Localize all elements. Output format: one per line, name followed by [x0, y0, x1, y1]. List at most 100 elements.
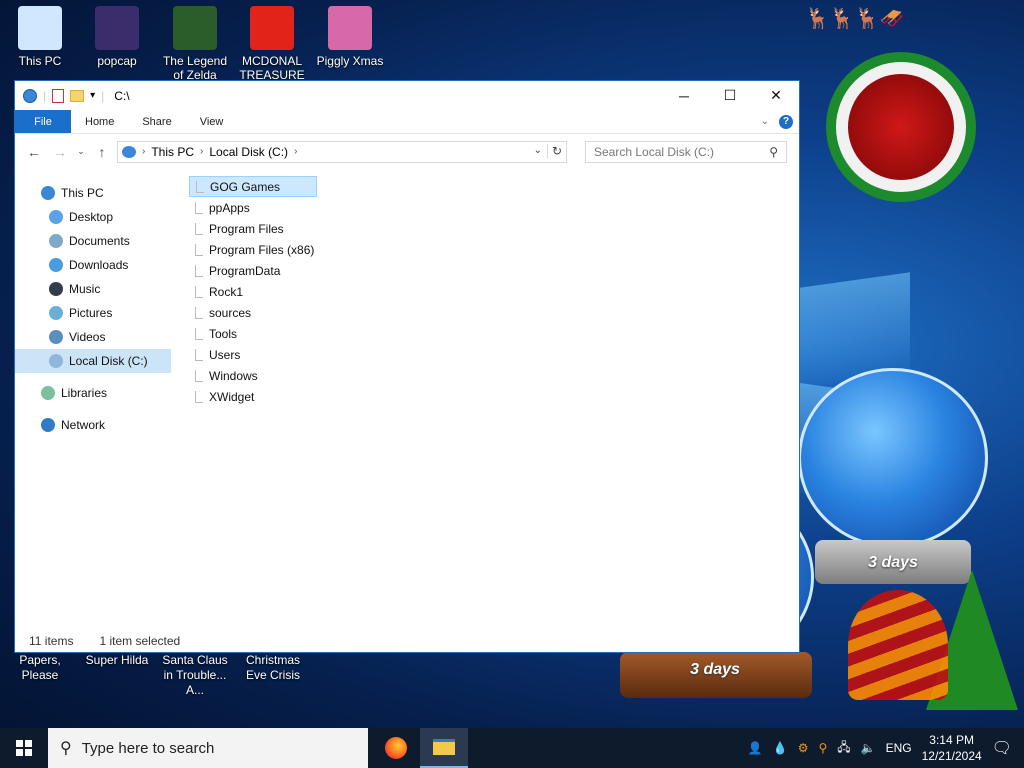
file-name: Rock1	[209, 284, 244, 299]
forward-button[interactable]: →	[49, 141, 71, 163]
people-icon[interactable]: 👤	[748, 741, 763, 755]
desktop-icon[interactable]: popcap	[79, 6, 155, 82]
tab-home[interactable]: Home	[71, 110, 128, 133]
language-indicator[interactable]: ENG	[886, 741, 912, 755]
water-drop-icon[interactable]: 💧	[773, 741, 788, 755]
navigation-pane: This PC Desktop Documents Downloads Music Pic…	[15, 181, 175, 621]
chevron-right-icon[interactable]: ›	[294, 146, 297, 157]
taskbar-search-placeholder: Type here to search	[81, 739, 215, 757]
file-item[interactable]: XWidget	[189, 386, 317, 407]
file-explorer-window: | ▾ | C:\ ─ ☐ ✕ File Home Share View ⌄ ?…	[14, 80, 800, 653]
nav-item-label: Local Disk (C:)	[69, 354, 148, 368]
file-item[interactable]: ProgramData	[189, 260, 317, 281]
up-button[interactable]: ↑	[91, 141, 113, 163]
file-item[interactable]: Program Files	[189, 218, 317, 239]
desktop-icon-label[interactable]: Super Hilda	[80, 653, 154, 668]
chevron-right-icon[interactable]: ›	[200, 146, 203, 157]
computer-icon	[18, 6, 62, 50]
tab-share[interactable]: Share	[128, 110, 185, 133]
back-button[interactable]: ←	[23, 141, 45, 163]
nav-item-desktop[interactable]: Desktop	[15, 205, 171, 229]
clock-time: 3:14 PM	[929, 733, 974, 747]
file-name: GOG Games	[210, 179, 281, 194]
start-button[interactable]	[0, 728, 48, 768]
minimize-button[interactable]: ─	[661, 81, 707, 110]
nav-item-documents[interactable]: Documents	[15, 229, 171, 253]
tab-file[interactable]: File	[15, 110, 71, 133]
windows-logo-icon	[16, 740, 32, 756]
file-item[interactable]: Tools	[189, 323, 317, 344]
properties-icon[interactable]	[52, 88, 65, 103]
file-name: XWidget	[209, 389, 255, 404]
file-name: Tools	[209, 326, 238, 341]
tab-view[interactable]: View	[186, 110, 238, 133]
file-item[interactable]: Rock1	[189, 281, 317, 302]
file-item[interactable]: ppApps	[189, 197, 317, 218]
recent-locations-button[interactable]: ⌄	[75, 141, 87, 163]
file-list: GOG Games ppApps Program Files Program File…	[189, 176, 789, 616]
nav-item-downloads[interactable]: Downloads	[15, 253, 171, 277]
desktop-icon[interactable]: Piggly Xmas	[312, 6, 388, 82]
file-item[interactable]: sources	[189, 302, 317, 323]
help-icon[interactable]: ?	[779, 114, 793, 129]
nav-item-libraries[interactable]: Libraries	[15, 381, 171, 405]
nav-item-label: Libraries	[61, 386, 108, 400]
refresh-icon[interactable]: ↻	[546, 143, 562, 158]
ccleaner-icon[interactable]: ⚙	[798, 741, 809, 755]
taskbar: ⚲ Type here to search 👤 💧 ⚙ ⚲ 🖧 🔈 ENG 3:…	[0, 728, 1024, 768]
breadcrumb-local-disk[interactable]: Local Disk (C:)	[209, 145, 288, 159]
address-dropdown-icon[interactable]: ⌄	[534, 145, 542, 156]
network-error-icon[interactable]: 🖧	[837, 738, 850, 759]
search-tray-icon[interactable]: ⚲	[818, 741, 827, 755]
file-name: ppApps	[209, 200, 250, 215]
selection-count: 1 item selected	[99, 634, 181, 648]
nav-item-pictures[interactable]: Pictures	[15, 301, 171, 325]
nav-item-network[interactable]: Network	[15, 413, 171, 437]
desktop-icon-label: popcap	[97, 54, 137, 68]
search-input[interactable]: Search Local Disk (C:) ⚲	[585, 140, 787, 163]
file-item[interactable]: Windows	[189, 365, 317, 386]
close-button[interactable]: ✕	[753, 81, 799, 110]
desktop-icon[interactable]: The Legend of Zelda	[157, 6, 233, 82]
desktop-icon-label: The Legend of Zelda	[162, 54, 228, 82]
file-explorer-taskbar-button[interactable]	[420, 728, 468, 768]
nav-item-label: Documents	[69, 234, 130, 248]
desktop-icon-label[interactable]: Christmas Eve Crisis	[234, 653, 312, 683]
nav-item-this-pc[interactable]: This PC	[15, 181, 171, 205]
desktop-icon-label[interactable]: Santa Claus in Trouble... A...	[156, 653, 234, 698]
desktop-icon-label[interactable]: Papers, Please	[0, 653, 80, 683]
new-folder-icon[interactable]	[70, 89, 85, 102]
desktop-icon[interactable]: MCDONAL TREASURE	[234, 6, 310, 82]
desktop-icon-label: This PC	[18, 54, 62, 68]
breadcrumb-this-pc[interactable]: This PC	[151, 145, 194, 159]
nav-item-label: Pictures	[69, 306, 113, 320]
nav-item-videos[interactable]: Videos	[15, 325, 171, 349]
taskbar-clock[interactable]: 3:14 PM 12/21/2024	[922, 732, 982, 764]
firefox-taskbar-button[interactable]	[372, 728, 420, 768]
customize-quick-access-icon[interactable]: ▾	[90, 90, 95, 101]
desktop-icon-label: MCDONAL TREASURE	[239, 54, 305, 82]
chevron-right-icon[interactable]: ›	[142, 146, 145, 157]
taskbar-search-box[interactable]: ⚲ Type here to search	[48, 728, 368, 768]
address-bar[interactable]: › This PC › Local Disk (C:) › ⌄ ↻	[117, 140, 567, 163]
file-item[interactable]: GOG Games	[189, 176, 317, 197]
file-item[interactable]: Users	[189, 344, 317, 365]
file-item[interactable]: Program Files (x86)	[189, 239, 329, 260]
ribbon-tabs: File Home Share View ⌄ ?	[15, 110, 799, 134]
desktop-icon[interactable]: This PC	[2, 6, 78, 82]
expand-ribbon-icon[interactable]: ⌄	[761, 116, 769, 127]
mcdonalds-icon	[250, 6, 294, 50]
window-title: C:\	[114, 88, 130, 103]
maximize-button[interactable]: ☐	[707, 81, 753, 110]
nav-item-local-disk-c[interactable]: Local Disk (C:)	[15, 349, 171, 373]
search-icon: ⚲	[769, 144, 778, 159]
notification-center-icon[interactable]: 🗨	[992, 738, 1012, 758]
file-name: ProgramData	[209, 263, 281, 278]
documents-icon	[49, 234, 63, 248]
nav-item-label: Videos	[69, 330, 106, 344]
explorer-icon[interactable]	[23, 88, 37, 103]
nav-item-music[interactable]: Music	[15, 277, 171, 301]
nav-item-label: Downloads	[69, 258, 129, 272]
volume-muted-icon[interactable]: 🔈	[861, 741, 876, 755]
network-icon	[41, 418, 55, 432]
